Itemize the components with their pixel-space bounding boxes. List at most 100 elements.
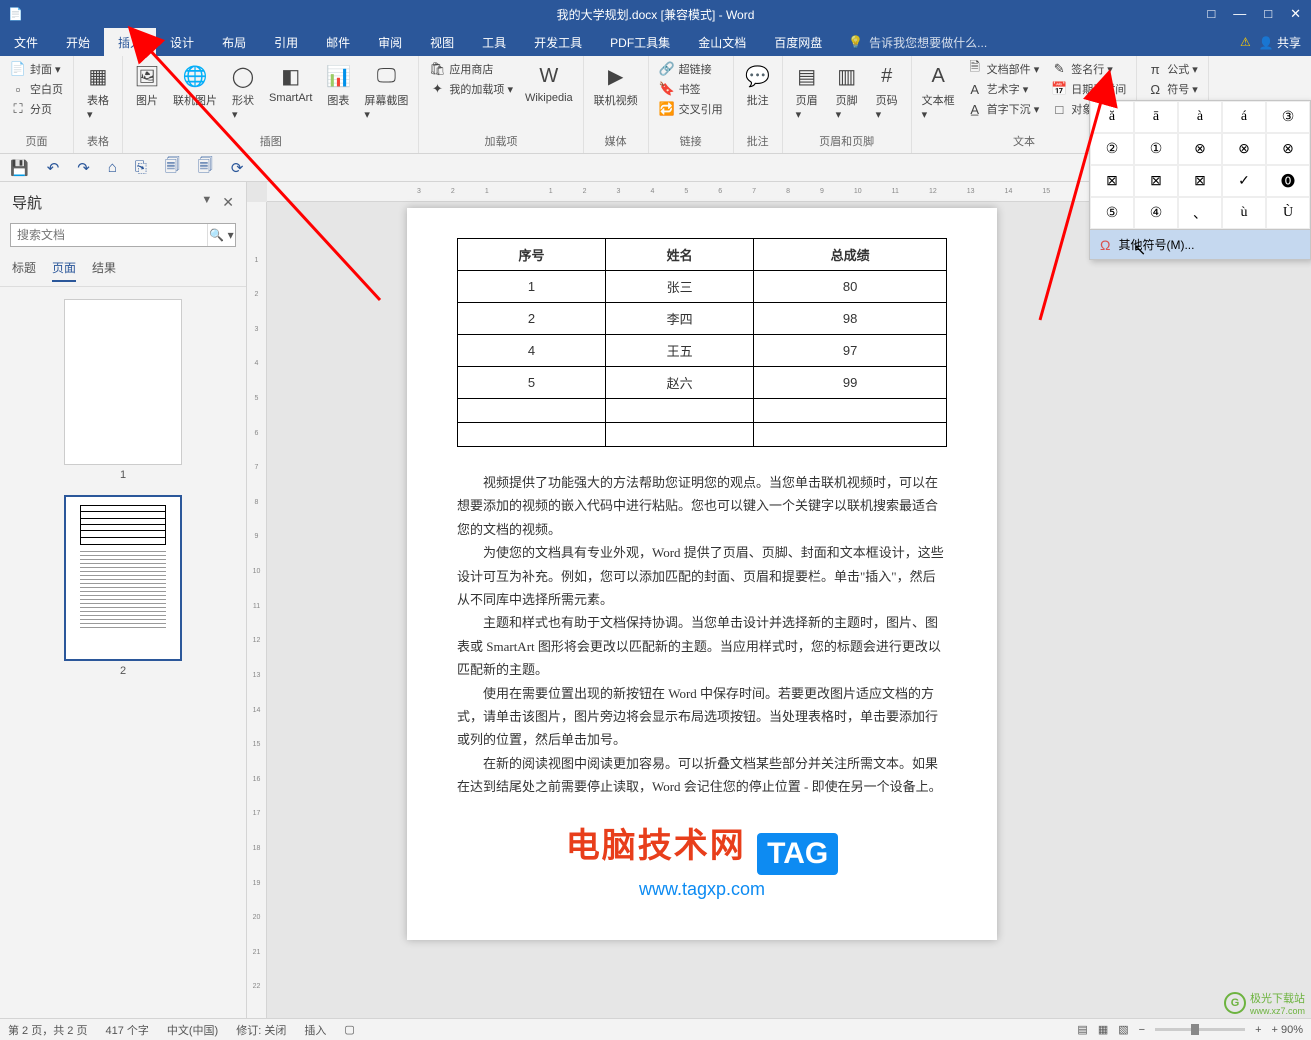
symbol-cell[interactable]: Ù — [1266, 197, 1310, 229]
symbol-cell[interactable]: à — [1178, 101, 1222, 133]
macro-icon[interactable]: ▢ — [344, 1023, 354, 1036]
ribbon-超链接[interactable]: 🔗超链接 — [655, 60, 727, 78]
table-row[interactable] — [458, 423, 947, 447]
tab-文件[interactable]: 文件 — [0, 28, 52, 56]
table-cell[interactable] — [458, 423, 606, 447]
ribbon-屏幕截图[interactable]: 🖵屏幕截图▾ — [360, 60, 412, 123]
tab-百度网盘[interactable]: 百度网盘 — [760, 28, 836, 56]
symbol-cell[interactable]: ă — [1090, 101, 1134, 133]
symbol-cell[interactable]: ⊗ — [1266, 133, 1310, 165]
qat-button-2[interactable]: ↷ — [77, 159, 90, 177]
zoom-slider[interactable] — [1155, 1028, 1245, 1031]
tab-邮件[interactable]: 邮件 — [312, 28, 364, 56]
table-row[interactable]: 1张三80 — [458, 271, 947, 303]
table-row[interactable]: 2李四98 — [458, 303, 947, 335]
qat-button-4[interactable]: ⎘ — [135, 159, 147, 176]
status-page[interactable]: 第 2 页，共 2 页 — [8, 1022, 87, 1038]
qat-button-7[interactable]: ⟳ — [231, 159, 244, 177]
body-paragraph[interactable]: 主题和样式也有助于文档保持协调。当您单击设计并选择新的主题时，图片、图表或 Sm… — [457, 611, 947, 681]
symbol-cell[interactable]: 、 — [1178, 197, 1222, 229]
table-cell[interactable]: 98 — [754, 303, 947, 335]
warning-icon[interactable]: ⚠ — [1240, 35, 1251, 49]
body-paragraph[interactable]: 使用在需要位置出现的新按钮在 Word 中保存时间。若要更改图片适应文档的方式，… — [457, 682, 947, 752]
symbol-cell[interactable]: á — [1222, 101, 1266, 133]
symbol-cell[interactable]: ④ — [1134, 197, 1178, 229]
symbol-cell[interactable]: ⊗ — [1222, 133, 1266, 165]
ribbon-公式[interactable]: π公式 ▾ — [1143, 60, 1202, 78]
zoom-level[interactable]: + 90% — [1272, 1024, 1304, 1036]
ribbon-页码[interactable]: #页码▾ — [869, 60, 905, 123]
ribbon-Wikipedia[interactable]: WWikipedia — [521, 60, 577, 106]
qat-button-1[interactable]: ↶ — [47, 159, 60, 177]
qat-button-5[interactable]: 🗐 — [165, 155, 180, 180]
ribbon-文档部件[interactable]: 🗎文档部件 ▾ — [963, 60, 1044, 78]
table-cell[interactable] — [754, 399, 947, 423]
table-header[interactable]: 序号 — [458, 239, 606, 271]
status-mode[interactable]: 插入 — [304, 1022, 326, 1038]
qat-button-6[interactable]: 🗐 — [198, 155, 213, 180]
tab-工具[interactable]: 工具 — [468, 28, 520, 56]
table-cell[interactable]: 99 — [754, 367, 947, 399]
tab-PDF工具集[interactable]: PDF工具集 — [596, 28, 684, 56]
ribbon-日期和时间[interactable]: 📅日期和时间 — [1047, 80, 1130, 98]
status-track[interactable]: 修订: 关闭 — [236, 1022, 286, 1038]
table-cell[interactable] — [606, 423, 754, 447]
table-cell[interactable]: 张三 — [606, 271, 754, 303]
tab-开始[interactable]: 开始 — [52, 28, 104, 56]
minimize-button[interactable]: — — [1233, 6, 1246, 22]
view-read-icon[interactable]: ▤ — [1077, 1023, 1087, 1036]
status-words[interactable]: 417 个字 — [105, 1022, 148, 1038]
symbol-cell[interactable]: ✓ — [1222, 165, 1266, 197]
table-row[interactable]: 4王五97 — [458, 335, 947, 367]
tab-引用[interactable]: 引用 — [260, 28, 312, 56]
ribbon-签名行[interactable]: ✎签名行 ▾ — [1047, 60, 1130, 78]
table-row[interactable] — [458, 399, 947, 423]
symbol-cell[interactable]: ③ — [1266, 101, 1310, 133]
ribbon-分页[interactable]: ⛶分页 — [6, 100, 67, 118]
page-thumb-2[interactable]: 2 — [64, 495, 182, 677]
zoom-out-button[interactable]: − — [1139, 1024, 1145, 1036]
body-paragraph[interactable]: 视频提供了功能强大的方法帮助您证明您的观点。当您单击联机视频时，可以在想要添加的… — [457, 471, 947, 541]
qat-button-0[interactable]: 💾 — [10, 159, 29, 177]
share-button[interactable]: 👤 共享 — [1259, 34, 1301, 51]
ribbon-符号[interactable]: Ω符号 ▾ — [1143, 80, 1202, 98]
table-cell[interactable] — [754, 423, 947, 447]
table-cell[interactable]: 王五 — [606, 335, 754, 367]
nav-dropdown-icon[interactable]: ▼ — [201, 194, 212, 211]
nav-close-button[interactable]: ✕ — [222, 194, 234, 211]
symbol-cell[interactable]: ⊗ — [1178, 133, 1222, 165]
ribbon-图片[interactable]: 🖼图片 — [129, 60, 165, 110]
nav-search[interactable]: 🔍 ▾ — [10, 223, 236, 247]
tab-插入[interactable]: 插入 — [104, 28, 156, 56]
tab-设计[interactable]: 设计 — [156, 28, 208, 56]
table-cell[interactable]: 97 — [754, 335, 947, 367]
ribbon-交叉引用[interactable]: 🔁交叉引用 — [655, 100, 727, 118]
symbol-cell[interactable]: ⓿ — [1266, 165, 1310, 197]
ribbon-书签[interactable]: 🔖书签 — [655, 80, 727, 98]
ribbon-联机图片[interactable]: 🌐联机图片 — [169, 60, 221, 110]
ribbon-文本框[interactable]: A文本框▾ — [918, 60, 959, 123]
tab-开发工具[interactable]: 开发工具 — [520, 28, 596, 56]
zoom-in-button[interactable]: + — [1255, 1024, 1261, 1036]
ribbon-封面[interactable]: 📄封面 ▾ — [6, 60, 67, 78]
status-lang[interactable]: 中文(中国) — [167, 1022, 218, 1038]
tab-金山文档[interactable]: 金山文档 — [684, 28, 760, 56]
page-thumb-1[interactable]: 1 — [64, 299, 182, 481]
tab-布局[interactable]: 布局 — [208, 28, 260, 56]
symbol-cell[interactable]: ② — [1090, 133, 1134, 165]
ribbon-艺术字[interactable]: A艺术字 ▾ — [963, 80, 1044, 98]
table-cell[interactable] — [606, 399, 754, 423]
nav-tab-结果[interactable]: 结果 — [92, 259, 116, 282]
ribbon-页脚[interactable]: ▥页脚▾ — [829, 60, 865, 123]
ribbon-我的加载项[interactable]: ✦我的加载项 ▾ — [425, 80, 517, 98]
symbol-cell[interactable]: ù — [1222, 197, 1266, 229]
symbol-cell[interactable]: ① — [1134, 133, 1178, 165]
view-web-icon[interactable]: ▧ — [1118, 1023, 1128, 1036]
ribbon-空白页[interactable]: ▫空白页 — [6, 80, 67, 98]
table-cell[interactable]: 2 — [458, 303, 606, 335]
tab-审阅[interactable]: 审阅 — [364, 28, 416, 56]
table-header[interactable]: 姓名 — [606, 239, 754, 271]
ribbon-应用商店[interactable]: 🛍应用商店 — [425, 60, 517, 78]
table-cell[interactable]: 1 — [458, 271, 606, 303]
table-cell[interactable]: 80 — [754, 271, 947, 303]
